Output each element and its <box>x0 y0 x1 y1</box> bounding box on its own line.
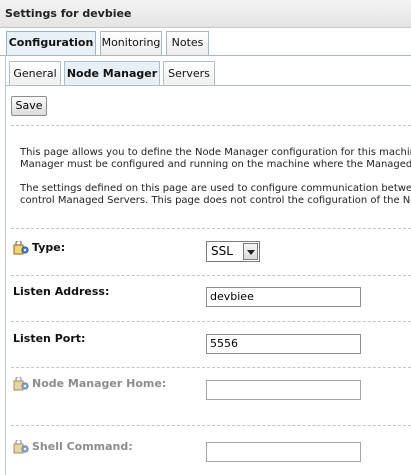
divider <box>11 367 411 368</box>
divider <box>11 321 411 322</box>
description-line-2: Manager must be configured and running o… <box>20 159 411 170</box>
configuration-panel <box>5 55 411 475</box>
listen-address-label: Listen Address: <box>13 285 110 298</box>
node-manager-home-field[interactable] <box>206 380 361 400</box>
divider <box>11 275 411 276</box>
type-select[interactable]: SSL <box>206 241 260 262</box>
tab-notes[interactable]: Notes <box>166 31 209 55</box>
shell-command-label-group: Shell Command: <box>13 438 133 454</box>
divider <box>11 125 411 126</box>
config-change-icon <box>13 375 29 391</box>
chevron-down-icon[interactable] <box>243 243 258 260</box>
divider <box>11 425 411 426</box>
shell-command-label: Shell Command: <box>32 440 133 453</box>
subtab-divider <box>5 85 411 86</box>
subtab-general[interactable]: General <box>9 61 61 86</box>
shell-command-field[interactable] <box>206 442 361 462</box>
type-label-group: Type: <box>13 239 66 255</box>
type-label: Type: <box>32 241 66 254</box>
listen-port-label: Listen Port: <box>13 332 86 345</box>
subtab-node-manager[interactable]: Node Manager <box>64 61 160 86</box>
description-line-1: This page allows you to define the Node … <box>20 147 411 158</box>
config-change-icon <box>13 438 29 454</box>
window-title: Settings for devbiee <box>5 7 132 20</box>
node-manager-home-label: Node Manager Home: <box>32 377 167 390</box>
divider <box>11 228 411 229</box>
subtab-servers[interactable]: Servers <box>163 61 215 86</box>
save-button[interactable]: Save <box>11 96 47 116</box>
description-line-4: control Managed Servers. This page does … <box>20 195 411 206</box>
listen-address-field[interactable]: devbiee <box>206 287 361 307</box>
tab-configuration[interactable]: Configuration <box>6 31 96 55</box>
listen-port-field[interactable]: 5556 <box>206 334 361 354</box>
type-select-value: SSL <box>211 244 233 258</box>
config-change-icon <box>13 239 29 255</box>
window-title-bar: Settings for devbiee <box>0 0 411 28</box>
tab-monitoring[interactable]: Monitoring <box>100 31 162 55</box>
description-line-3: The settings defined on this page are us… <box>20 183 411 194</box>
node-manager-home-label-group: Node Manager Home: <box>13 375 167 391</box>
